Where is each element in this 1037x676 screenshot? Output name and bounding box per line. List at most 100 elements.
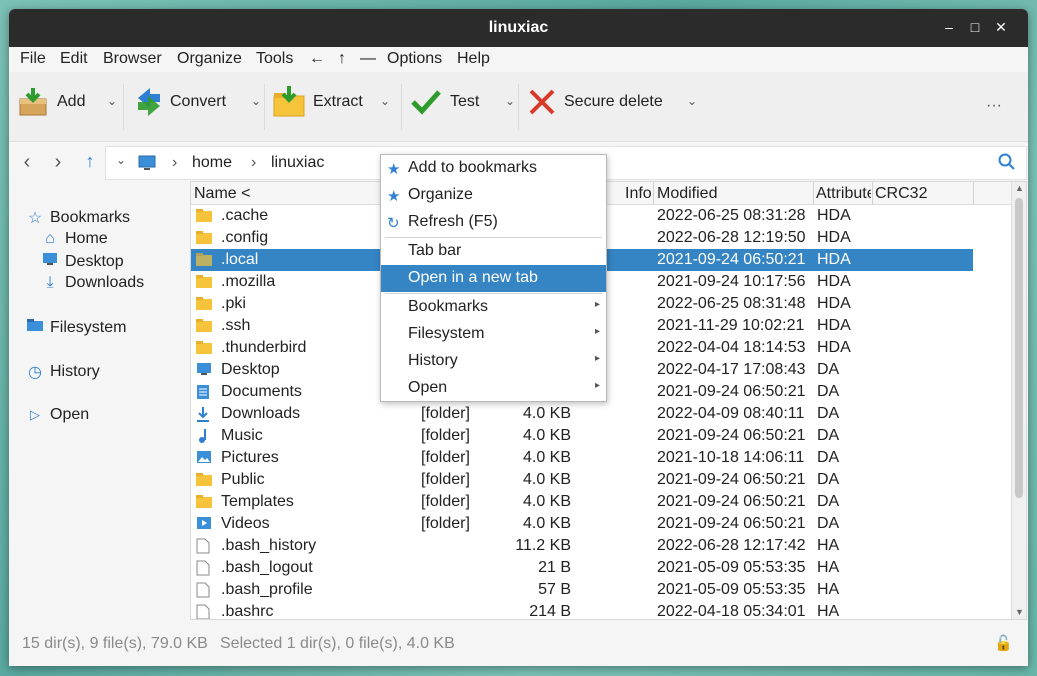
table-row[interactable]: Videos [folder] 4.0 KB 2021-09-24 06:50:21 D… [191,513,973,535]
file-attributes: HA [817,537,840,554]
secure-delete-dropdown-icon[interactable]: ⌄ [687,94,697,108]
col-info[interactable]: Info [625,185,652,203]
col-modified[interactable]: Modified [657,185,717,203]
toolbar: Add ⌄ Convert ⌄ Extract ⌄ Test ⌄ Secure … [9,72,1028,142]
file-modified: 2021-09-24 10:17:56 [657,273,806,290]
col-name[interactable]: Name < [194,185,250,203]
secure-delete-button[interactable]: Secure delete ⌄ [528,82,697,122]
up-arrow-icon[interactable]: ↑ [80,151,100,172]
minimize-icon[interactable]: – [941,19,957,35]
menu-tools[interactable]: Tools [256,50,293,68]
add-button[interactable]: Add ⌄ [17,82,117,122]
scroll-up-icon[interactable]: ▲ [1015,183,1024,193]
table-row[interactable]: Music [folder] 4.0 KB 2021-09-24 06:50:21 DA [191,425,973,447]
close-icon[interactable]: ✕ [993,19,1009,35]
table-row[interactable]: .bashrc 214 B 2022-04-18 05:34:01 HA [191,601,973,619]
menu-edit[interactable]: Edit [60,50,88,68]
sidebar-item-desktop[interactable]: Desktop [41,252,124,271]
col-divider[interactable] [973,182,974,205]
history-clock-icon: ◷ [28,364,42,381]
scroll-down-icon[interactable]: ▼ [1015,607,1024,617]
test-button[interactable]: Test ⌄ [410,82,515,122]
submenu-arrow-icon: ▸ [594,380,600,391]
menu-back-arrow[interactable]: ← [309,50,325,68]
convert-button[interactable]: Convert ⌄ [134,82,261,122]
menu-dash[interactable]: — [360,50,376,68]
file-name: Public [221,471,265,488]
col-attributes[interactable]: Attribute [816,185,871,203]
table-row[interactable]: Downloads [folder] 4.0 KB 2022-04-09 08:40:… [191,403,973,425]
table-row[interactable]: Pictures [folder] 4.0 KB 2021-10-18 14:06:1… [191,447,973,469]
sidebar-item-downloads[interactable]: ⤓ Downloads [41,274,144,292]
vertical-scrollbar[interactable]: ▲ ▼ [1011,182,1026,619]
menu-file[interactable]: File [20,50,46,68]
status-bar: 15 dir(s), 9 file(s), 79.0 KB Selected 1… [9,622,1028,666]
maximize-icon[interactable]: □ [967,19,983,35]
star-add-icon: ★ [387,161,401,178]
col-crc32[interactable]: CRC32 [875,185,927,203]
menu-filesystem-submenu[interactable]: Filesystem ▸ [381,321,606,348]
menu-open-submenu[interactable]: Open ▸ [381,375,606,402]
convert-dropdown-icon[interactable]: ⌄ [251,94,261,108]
computer-icon[interactable] [138,155,156,176]
convert-label: Convert [170,93,227,110]
crumb-linuxiac[interactable]: linuxiac [271,154,324,172]
folder-icon [196,296,212,312]
file-name: Music [221,427,263,444]
menu-up-arrow[interactable]: ↑ [338,50,346,68]
file-icon [196,560,212,576]
table-row[interactable]: Templates [folder] 4.0 KB 2021-09-24 06:50:… [191,491,973,513]
col-divider[interactable] [872,182,873,205]
sidebar-item-open[interactable]: ▷ Open [26,406,89,424]
sidebar-item-label: Bookmarks [50,209,131,226]
path-dropdown-icon[interactable]: ⌄ [116,153,126,167]
menu-tab-bar[interactable]: Tab bar [381,238,606,265]
back-chevron-icon[interactable]: ‹ [17,151,37,174]
star-icon: ☆ [27,210,43,227]
more-options-button[interactable]: ··· [986,86,1002,126]
menu-refresh[interactable]: ↻ Refresh (F5) [381,209,606,236]
status-summary: 15 dir(s), 9 file(s), 79.0 KB [22,635,208,652]
file-attributes: DA [817,405,840,422]
scroll-thumb[interactable] [1015,198,1023,498]
menu-organize-bookmarks[interactable]: ★ Organize [381,182,606,209]
add-dropdown-icon[interactable]: ⌄ [107,94,117,108]
file-modified: 2021-09-24 06:50:21 [657,493,806,510]
title-bar[interactable]: linuxiac – □ ✕ [9,9,1028,47]
menu-help[interactable]: Help [457,50,490,68]
sidebar-item-home[interactable]: ⌂ Home [41,230,108,248]
col-divider[interactable] [653,182,654,205]
download-arrow-icon: ⤓ [46,274,54,291]
lock-icon[interactable]: 🔓 [994,634,1013,652]
menu-history-submenu[interactable]: History ▸ [381,348,606,375]
table-row[interactable]: .bash_history 11.2 KB 2022-06-28 12:17:42 H… [191,535,973,557]
test-dropdown-icon[interactable]: ⌄ [505,94,515,108]
col-divider[interactable] [813,182,814,205]
file-size: 21 B [538,559,571,576]
menu-options[interactable]: Options [387,50,442,68]
window-title: linuxiac [488,19,549,36]
file-name: Pictures [221,449,279,466]
table-row[interactable]: .bash_profile 57 B 2021-05-09 05:53:35 HA [191,579,973,601]
file-attributes: HDA [817,317,851,334]
menu-open-new-tab[interactable]: Open in a new tab [381,265,606,292]
table-row[interactable]: Public [folder] 4.0 KB 2021-09-24 06:50:21 D… [191,469,973,491]
extract-dropdown-icon[interactable]: ⌄ [380,94,390,108]
toolbar-divider [401,84,402,130]
sidebar-item-history[interactable]: ◷ History [26,362,100,382]
menu-item-label: Refresh (F5) [408,213,498,230]
menu-bookmarks-submenu[interactable]: Bookmarks ▸ [381,294,606,321]
menu-bar: File Edit Browser Organize Tools ← ↑ — O… [9,47,1028,72]
forward-chevron-icon[interactable]: › [48,151,68,174]
folder-icon [196,208,212,224]
crumb-home[interactable]: home [192,154,232,172]
sidebar-item-bookmarks[interactable]: ☆ Bookmarks [26,208,130,228]
menu-organize[interactable]: Organize [177,50,242,68]
search-icon[interactable] [998,153,1016,176]
menu-browser[interactable]: Browser [103,50,162,68]
table-row[interactable]: .bash_logout 21 B 2021-05-09 05:53:35 HA [191,557,973,579]
menu-add-to-bookmarks[interactable]: ★ Add to bookmarks [381,155,606,182]
extract-button[interactable]: Extract ⌄ [273,82,390,122]
menu-item-label: Filesystem [408,325,485,342]
sidebar-item-filesystem[interactable]: Filesystem [26,318,126,337]
